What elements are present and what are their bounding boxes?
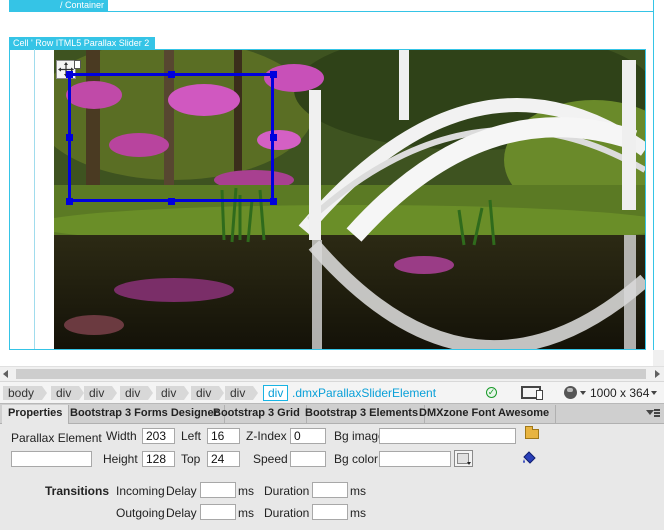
element-marker-icon[interactable] xyxy=(74,60,81,69)
bg-image-label: Bg image xyxy=(334,429,385,443)
top-label: Top xyxy=(181,452,201,466)
height-label: Height xyxy=(103,452,138,466)
outgoing-duration-label: Duration xyxy=(264,506,310,520)
globe-dropdown-icon[interactable] xyxy=(580,391,586,395)
crumb-div-1[interactable]: div xyxy=(51,386,85,400)
resize-handle-n[interactable] xyxy=(168,71,175,78)
incoming-delay-unit: ms xyxy=(238,484,254,498)
outgoing-duration-unit: ms xyxy=(350,506,366,520)
crumb-div-5[interactable]: div xyxy=(191,386,225,400)
bg-color-field[interactable] xyxy=(379,451,451,467)
resize-handle-se[interactable] xyxy=(270,198,277,205)
crumb-div-6[interactable]: div xyxy=(225,386,259,400)
zindex-field[interactable] xyxy=(290,428,326,444)
resize-handle-w[interactable] xyxy=(66,134,73,141)
browse-folder-icon[interactable] xyxy=(525,426,539,439)
outgoing-delay-unit: ms xyxy=(238,506,254,520)
viewport-dropdown-icon[interactable] xyxy=(651,391,657,395)
crumb-div-4[interactable]: div xyxy=(156,386,190,400)
incoming-duration-field[interactable] xyxy=(312,482,348,498)
parallax-element-selection[interactable] xyxy=(68,73,274,202)
bg-image-field[interactable] xyxy=(379,428,516,444)
crumb-active-div[interactable]: div xyxy=(263,385,289,401)
outgoing-delay-label: Delay xyxy=(166,506,197,520)
crumb-div-2[interactable]: div xyxy=(84,386,118,400)
crumb-div-3[interactable]: div xyxy=(120,386,154,400)
incoming-duration-unit: ms xyxy=(350,484,366,498)
tab-bootstrap-elements[interactable]: Bootstrap 3 Elements xyxy=(299,405,426,423)
tag-selector-bar: body div div div div div div div .dmxPar… xyxy=(0,381,664,404)
left-label: Left xyxy=(181,429,202,443)
check-ok-icon[interactable]: ✓ xyxy=(486,387,497,398)
tab-font-awesome[interactable]: DMXzone Font Awesome xyxy=(413,405,557,423)
globe-icon[interactable] xyxy=(564,386,577,399)
container-tag[interactable]: / Container xyxy=(9,0,108,11)
panel-tabs: Properties Bootstrap 3 Forms Designer Bo… xyxy=(0,403,664,424)
outgoing-label: Outgoing xyxy=(116,506,165,520)
bg-color-label: Bg color xyxy=(334,452,379,466)
left-field[interactable] xyxy=(207,428,240,444)
row-outline-right xyxy=(645,49,646,350)
zindex-label: Z-Index xyxy=(246,429,287,443)
viewport-size[interactable]: 1000 x 364 xyxy=(590,386,649,400)
transitions-label: Transitions xyxy=(45,484,110,498)
resize-handle-ne[interactable] xyxy=(270,71,277,78)
container-outline-right xyxy=(653,0,654,360)
vertical-scrollbar[interactable] xyxy=(653,350,664,366)
panel-options-menu-icon[interactable] xyxy=(646,407,660,419)
resize-handle-e[interactable] xyxy=(270,134,277,141)
scroll-right-arrow-icon[interactable] xyxy=(655,370,660,378)
top-field[interactable] xyxy=(207,451,240,467)
container-tag-label: / Container xyxy=(60,0,105,10)
speed-label: Speed xyxy=(253,452,288,466)
element-type-label: Parallax Element xyxy=(11,431,102,445)
outgoing-delay-field[interactable] xyxy=(200,504,236,520)
resize-handle-sw[interactable] xyxy=(66,198,73,205)
container-outline-top xyxy=(9,11,654,12)
tab-bootstrap-forms-designer[interactable]: Bootstrap 3 Forms Designer xyxy=(64,405,225,423)
resize-handle-nw[interactable] xyxy=(66,71,73,78)
crumb-body[interactable]: body xyxy=(3,386,48,400)
tab-bootstrap-grid[interactable]: Bootstrap 3 Grid xyxy=(207,405,307,423)
screen-size-icon[interactable] xyxy=(521,386,543,400)
active-element-class[interactable]: .dmxParallaxSliderElement xyxy=(292,386,436,400)
scroll-left-arrow-icon[interactable] xyxy=(3,370,8,378)
paint-bucket-icon[interactable] xyxy=(521,450,537,466)
design-view[interactable]: / Container Cell ' Row ITML5 Parallax Sl… xyxy=(0,0,664,366)
width-label: Width xyxy=(106,429,137,443)
height-field[interactable] xyxy=(142,451,175,467)
scrollbar-thumb[interactable] xyxy=(16,369,646,379)
incoming-duration-label: Duration xyxy=(264,484,310,498)
incoming-delay-field[interactable] xyxy=(200,482,236,498)
cell-row-tag[interactable]: Cell ' Row ITML5 Parallax Slider 2 xyxy=(9,37,155,49)
tab-properties[interactable]: Properties xyxy=(2,405,70,424)
outgoing-duration-field[interactable] xyxy=(312,504,348,520)
column-guide xyxy=(34,49,35,350)
element-id-field[interactable] xyxy=(11,451,92,467)
horizontal-scrollbar[interactable] xyxy=(0,366,664,381)
row-outline-bottom xyxy=(9,349,646,350)
cell-row-tag-label: Cell ' Row ITML5 Parallax Slider 2 xyxy=(13,38,150,48)
incoming-label: Incoming xyxy=(116,484,165,498)
resize-handle-s[interactable] xyxy=(168,198,175,205)
incoming-delay-label: Delay xyxy=(166,484,197,498)
color-picker-button[interactable] xyxy=(454,450,473,467)
speed-field[interactable] xyxy=(290,451,326,467)
width-field[interactable] xyxy=(142,428,175,444)
row-outline-left xyxy=(9,49,10,350)
